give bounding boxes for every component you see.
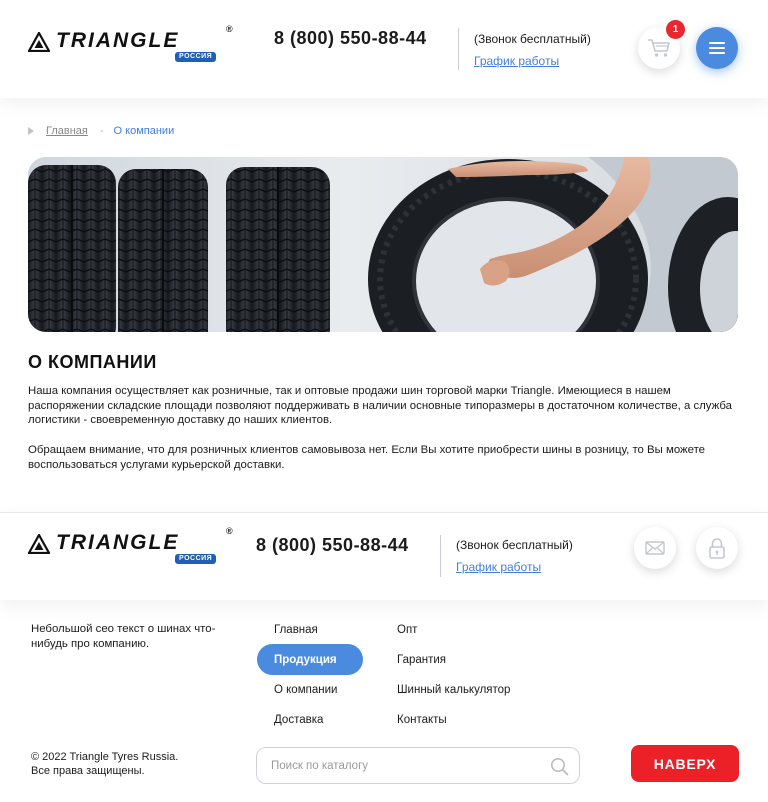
about-paragraph-1: Наша компания осуществляет как розничные… xyxy=(28,385,732,426)
footer-nav-products[interactable]: Продукция xyxy=(257,644,363,675)
footer-nav-about[interactable]: О компании xyxy=(274,683,337,697)
lock-icon xyxy=(709,538,725,559)
menu-button[interactable] xyxy=(696,27,738,69)
copyright: © 2022 Triangle Tyres Russia. Все права … xyxy=(31,750,178,778)
footer-nav-tire-calculator[interactable]: Шинный калькулятор xyxy=(397,683,510,697)
about-paragraph-2: Обращаем внимание, что для розничных кли… xyxy=(28,444,706,471)
hamburger-icon xyxy=(709,42,725,54)
triangle-mark-icon xyxy=(28,32,50,52)
footer-seo-text: Небольшой сео текст о шинах что-нибудь п… xyxy=(31,623,216,650)
footer-divider xyxy=(440,535,441,577)
breadcrumb-current: О компании xyxy=(113,125,175,137)
cart-icon xyxy=(648,39,670,57)
footer-triangle-logo[interactable]: TRIANGLE ® РОССИЯ xyxy=(28,526,238,568)
footer-triangle-mark-icon xyxy=(28,534,50,554)
copyright-line-2: Все права защищены. xyxy=(31,765,145,777)
catalog-search xyxy=(256,747,580,784)
footer-bottom: Небольшой сео текст о шинах что-нибудь п… xyxy=(0,600,768,802)
site-header: TRIANGLE ® РОССИЯ 8 (800) 550-88-44 (Зво… xyxy=(0,0,768,98)
header-divider xyxy=(458,28,459,70)
footer-nav-home[interactable]: Главная xyxy=(274,623,318,637)
breadcrumb-arrow-icon xyxy=(28,127,34,135)
footer-phone[interactable]: 8 (800) 550-88-44 xyxy=(256,535,409,556)
cart-count-badge: 1 xyxy=(666,20,685,39)
page-title: О КОМПАНИИ xyxy=(28,352,157,372)
mail-icon xyxy=(645,541,665,555)
header-phone[interactable]: 8 (800) 550-88-44 xyxy=(274,28,427,49)
logo-wordmark: TRIANGLE xyxy=(56,29,180,52)
footer-nav-warranty[interactable]: Гарантия xyxy=(397,653,446,667)
footer-schedule-link[interactable]: График работы xyxy=(456,560,541,574)
footer-free-call-note: (Звонок бесплатный) xyxy=(456,538,573,552)
header-schedule-link[interactable]: График работы xyxy=(474,54,559,68)
footer-nav-wholesale[interactable]: Опт xyxy=(397,623,417,637)
logo-registered-mark: ® xyxy=(226,24,233,34)
catalog-search-input[interactable] xyxy=(271,757,541,775)
footer-logo-region-badge: РОССИЯ xyxy=(175,554,217,564)
triangle-logo[interactable]: TRIANGLE ® РОССИЯ xyxy=(28,24,238,64)
footer-logo-registered-mark: ® xyxy=(226,526,233,536)
mail-button[interactable] xyxy=(634,527,676,569)
tires-photo xyxy=(28,157,738,332)
about-banner-image xyxy=(28,157,738,332)
footer-logo-wordmark: TRIANGLE xyxy=(56,531,180,554)
breadcrumb-separator: - xyxy=(99,125,104,137)
breadcrumb: Главная - О компании xyxy=(28,124,174,138)
logo-region-badge: РОССИЯ xyxy=(175,52,217,62)
footer-contact-bar: TRIANGLE ® РОССИЯ 8 (800) 550-88-44 (Зво… xyxy=(0,512,768,600)
footer-nav-delivery[interactable]: Доставка xyxy=(274,713,323,727)
footer-nav-contacts[interactable]: Контакты xyxy=(397,713,447,727)
copyright-line-1: © 2022 Triangle Tyres Russia. xyxy=(31,751,179,763)
scroll-to-top-button[interactable]: НАВЕРХ xyxy=(631,745,739,782)
breadcrumb-home-link[interactable]: Главная xyxy=(46,125,88,137)
account-login-button[interactable] xyxy=(696,527,738,569)
header-free-call-note: (Звонок бесплатный) xyxy=(474,32,591,46)
search-icon[interactable] xyxy=(550,757,569,776)
